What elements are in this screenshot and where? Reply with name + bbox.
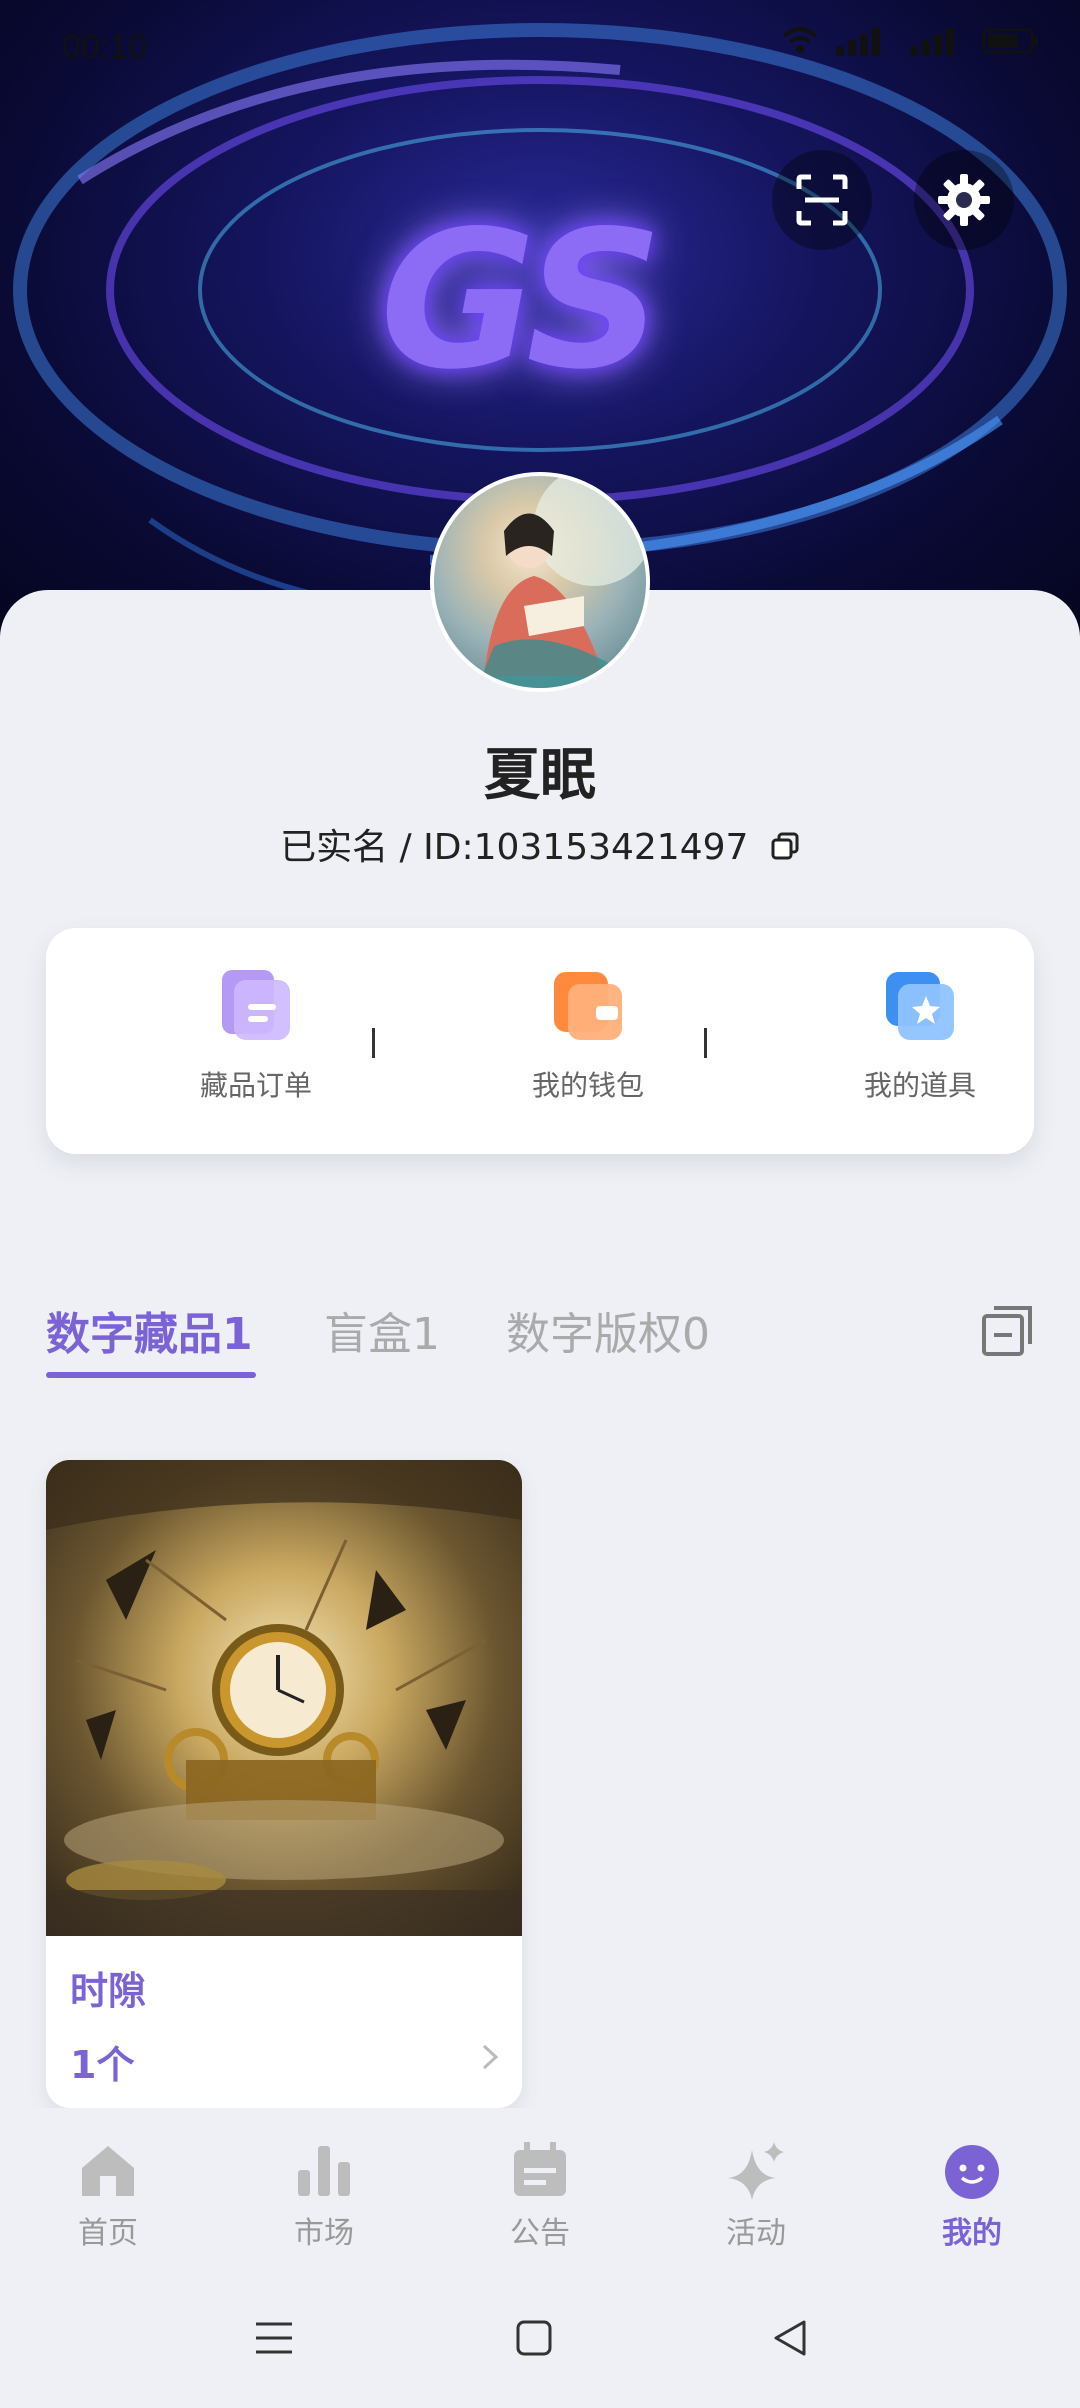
- chevron-right-icon: [480, 2042, 500, 2076]
- nav-market-label: 市场: [294, 2216, 354, 2251]
- tab-digital-collectibles[interactable]: 数字藏品1: [46, 1298, 253, 1362]
- settings-button[interactable]: [914, 150, 1014, 250]
- avatar[interactable]: [430, 472, 650, 692]
- nav-home[interactable]: 首页: [28, 2140, 188, 2252]
- gs-logo: GS: [380, 190, 663, 411]
- bottom-nav: 首页 市场 公告 活动 我的: [0, 2108, 1080, 2288]
- wallet-button[interactable]: 我的钱包: [468, 968, 708, 1104]
- calendar-icon: [510, 2140, 570, 2200]
- tab-digital-copyright[interactable]: 数字版权0: [506, 1298, 710, 1362]
- scan-button[interactable]: [772, 150, 872, 250]
- nav-activities-label: 活动: [726, 2216, 786, 2251]
- system-nav-bar: [0, 2288, 1080, 2408]
- wallet-label: 我的钱包: [531, 1069, 644, 1102]
- status-time: 00:10: [62, 28, 148, 66]
- collection-image: [46, 1460, 522, 1936]
- wallet-icon: [550, 968, 626, 1044]
- bar-chart-icon: [294, 2140, 354, 2200]
- gear-icon: [938, 174, 990, 226]
- menu-icon: [256, 2322, 292, 2354]
- nav-mine[interactable]: 我的: [892, 2140, 1052, 2252]
- smiley-icon: [942, 2140, 1002, 2200]
- scan-icon: [796, 174, 848, 226]
- user-id-text: 已实名 / ID:103153421497: [280, 827, 749, 868]
- username: 夏眠: [484, 743, 596, 808]
- user-id-line: 已实名 / ID:103153421497: [0, 818, 1080, 870]
- collection-orders-label: 藏品订单: [199, 1069, 312, 1102]
- collection-count: 1个: [70, 2043, 135, 2087]
- home-icon: [78, 2140, 138, 2200]
- divider: [704, 1028, 707, 1058]
- nav-mine-label: 我的: [942, 2216, 1002, 2251]
- nav-activities[interactable]: 活动: [676, 2140, 836, 2252]
- collection-tabs: 数字藏品1 盲盒1 数字版权0: [46, 1298, 1034, 1378]
- my-props-button[interactable]: 我的道具: [800, 968, 1040, 1104]
- square-icon: [516, 2320, 552, 2356]
- signal-icon: [836, 28, 880, 56]
- back-button[interactable]: [768, 2316, 812, 2364]
- status-icons: [780, 26, 1040, 56]
- sparkle-icon: [726, 2140, 786, 2200]
- tab-blind-box[interactable]: 盲盒1: [324, 1298, 440, 1362]
- copy-icon: [771, 832, 799, 859]
- layout-toggle-button[interactable]: [980, 1304, 1034, 1362]
- menu-button[interactable]: [252, 2316, 296, 2364]
- collection-orders-button[interactable]: 藏品订单: [136, 968, 376, 1104]
- collection-title: 时隙: [70, 1969, 147, 2013]
- nav-announcements[interactable]: 公告: [460, 2140, 620, 2252]
- divider: [372, 1028, 375, 1058]
- collection-card[interactable]: 时隙 1个: [46, 1460, 522, 2108]
- wifi-icon: [782, 27, 818, 53]
- my-props-label: 我的道具: [863, 1069, 976, 1102]
- status-bar: 00:10: [0, 0, 1080, 96]
- layout-toggle-icon: [982, 1306, 1032, 1356]
- orders-icon: [218, 968, 294, 1044]
- nav-home-label: 首页: [78, 2216, 138, 2251]
- back-triangle-icon: [774, 2320, 806, 2356]
- home-system-button[interactable]: [512, 2316, 556, 2364]
- nav-market[interactable]: 市场: [244, 2140, 404, 2252]
- copy-id-button[interactable]: [770, 829, 800, 870]
- active-tab-indicator: [46, 1372, 256, 1378]
- nav-announcements-label: 公告: [510, 2216, 570, 2251]
- props-icon: [882, 968, 958, 1044]
- battery-icon: [982, 28, 1038, 54]
- signal-icon: [910, 28, 954, 56]
- quick-actions-card: 藏品订单 我的钱包 我的道具: [46, 928, 1034, 1154]
